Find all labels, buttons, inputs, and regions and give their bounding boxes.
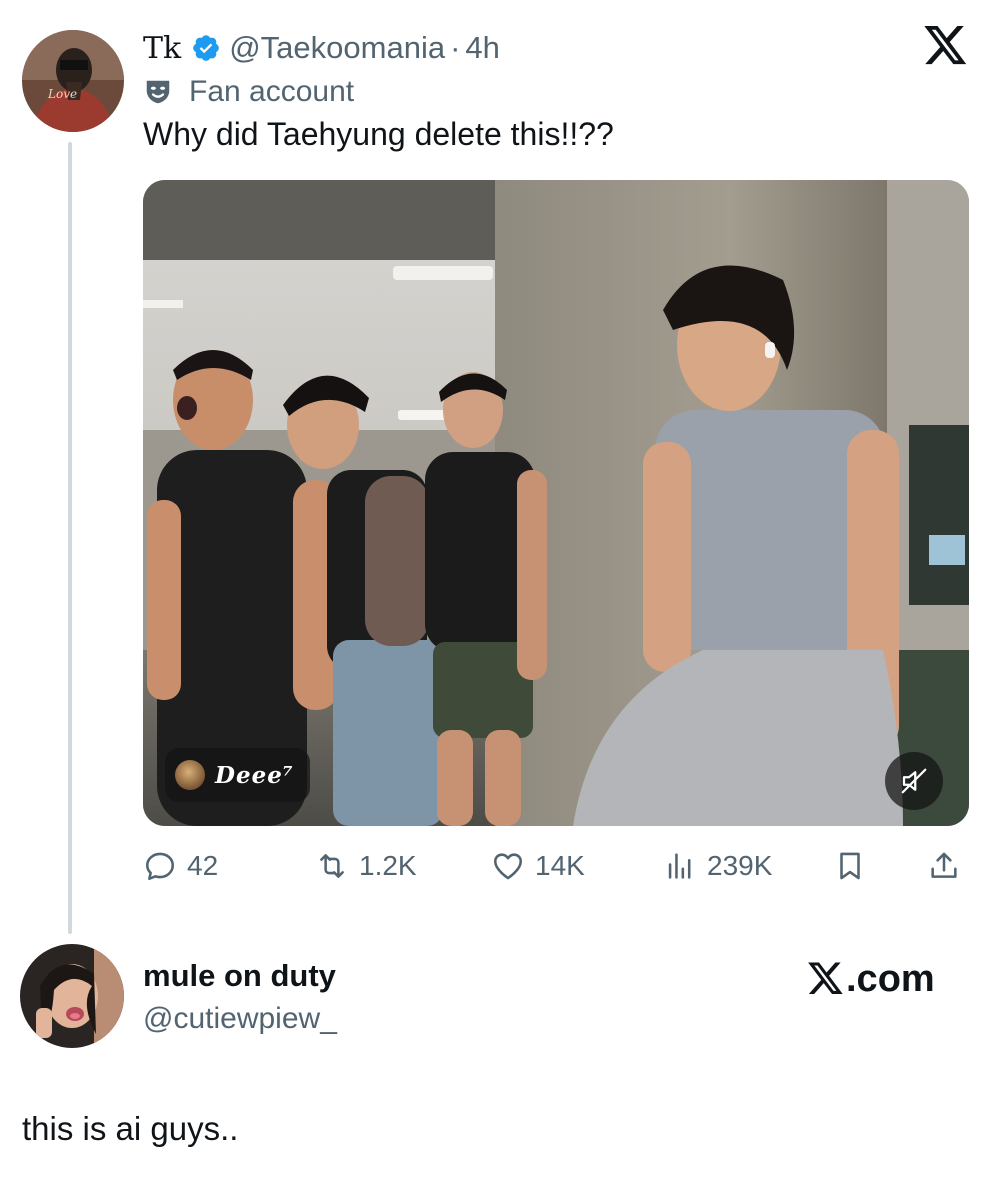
post-header: Tk @Taekoomania · 4h [143,28,500,68]
author-handle[interactable]: @Taekoomania [229,30,445,66]
verified-badge-icon [191,33,221,63]
author-avatar[interactable]: Love [22,30,124,132]
author-name[interactable]: Tk [143,31,181,66]
repost-count: 1.2K [359,850,417,881]
site-domain-text: .com [846,957,935,1000]
share-button[interactable] [927,838,961,894]
video-watermark: Deee⁷ [165,748,310,802]
site-label: .com [808,958,935,1000]
view-count: 239K [707,850,773,881]
heart-icon [493,853,523,880]
bookmark-icon [840,852,860,880]
repost-icon [320,854,344,878]
video-frame [143,180,969,826]
share-upload-icon [931,852,957,878]
bookmark-button[interactable] [833,838,867,894]
views-button[interactable]: 239K [663,838,772,894]
thread-connector-line [68,142,72,934]
reply-caption: this is ai guys.. [22,1110,239,1147]
x-logo-icon [924,26,968,66]
separator-dot: · [450,30,461,65]
watermark-text: Deee⁷ [215,761,294,789]
theater-mask-icon [143,77,173,107]
reply-count: 42 [187,850,219,881]
reply-author-avatar[interactable] [20,944,124,1048]
reply-button[interactable]: 42 [143,838,218,894]
like-count: 14K [535,850,585,881]
fan-account-label: Fan account [189,75,355,108]
account-label-row: Fan account [143,74,354,110]
post-text: Why did Taehyung delete this!!?? [143,116,614,152]
post-video[interactable]: Deee⁷ [143,180,969,826]
watermark-avatar [175,760,205,790]
mute-toggle-button[interactable] [885,752,943,810]
post-action-bar: 42 1.2K 14K 239K [143,838,969,894]
svg-text:Love: Love [47,87,77,101]
views-bar-chart-icon [668,853,691,879]
like-button[interactable]: 14K [491,838,585,894]
repost-button[interactable]: 1.2K [315,838,417,894]
comment-icon [145,852,175,881]
muted-speaker-icon [901,768,927,794]
reply-author-name[interactable]: mule on duty [143,958,336,994]
post-timestamp[interactable]: 4h [465,30,499,66]
x-logo-icon [808,962,843,994]
reply-author-handle[interactable]: @cutiewpiew_ [143,1002,337,1036]
